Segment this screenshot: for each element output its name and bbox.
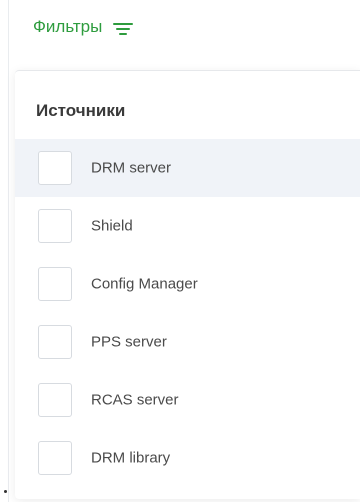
source-label: RCAS server	[91, 391, 179, 409]
source-item-rcas-server[interactable]: RCAS server	[15, 371, 360, 429]
source-label: Shield	[91, 217, 133, 235]
checkbox[interactable]	[38, 209, 72, 243]
checkbox[interactable]	[38, 267, 72, 301]
source-label: Config Manager	[91, 275, 198, 293]
source-item-shield[interactable]: Shield	[15, 197, 360, 255]
source-item-pps-server[interactable]: PPS server	[15, 313, 360, 371]
corner-dot	[4, 490, 7, 493]
sources-title: Источники	[36, 101, 126, 120]
left-divider	[8, 0, 9, 502]
filters-screen: Фильтры Источники DRM server Shield Conf…	[0, 0, 360, 502]
filters-toggle-label: Фильтры	[33, 17, 103, 36]
source-item-config-manager[interactable]: Config Manager	[15, 255, 360, 313]
source-label: DRM server	[91, 159, 172, 177]
filter-lines-icon	[112, 21, 134, 35]
filters-toggle-button[interactable]: Фильтры	[33, 17, 134, 37]
source-label: DRM library	[91, 449, 171, 467]
filters-panel: Источники DRM server Shield Config Manag…	[15, 70, 360, 499]
checkbox[interactable]	[38, 441, 72, 475]
checkbox[interactable]	[38, 383, 72, 417]
source-label: PPS server	[91, 333, 167, 351]
checkbox[interactable]	[38, 325, 72, 359]
checkbox[interactable]	[38, 151, 72, 185]
sources-list: DRM server Shield Config Manager PPS ser…	[15, 139, 360, 487]
source-item-drm-server[interactable]: DRM server	[15, 139, 360, 197]
source-item-drm-library[interactable]: DRM library	[15, 429, 360, 487]
